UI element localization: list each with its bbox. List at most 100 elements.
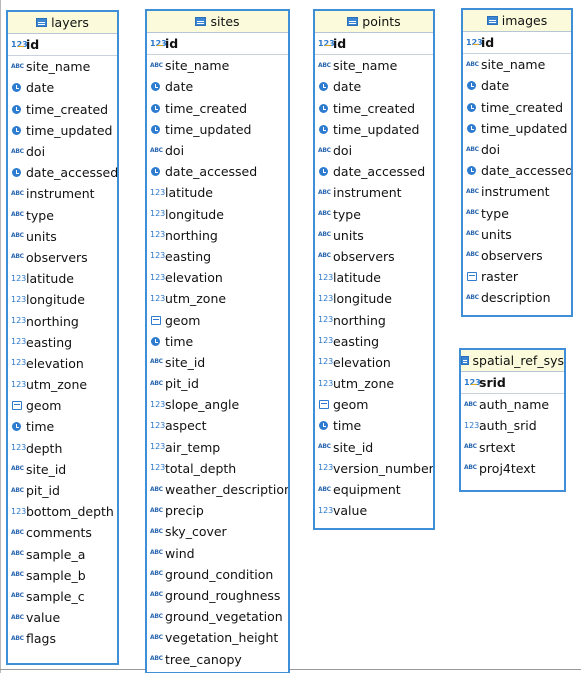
field-row[interactable]: date_accessed — [315, 161, 433, 182]
field-row[interactable]: ABC units — [315, 225, 433, 246]
field-row[interactable]: ABC sky_cover — [147, 521, 288, 542]
field-row[interactable]: ABC observers — [463, 245, 571, 266]
field-row[interactable]: ABC doi — [147, 140, 288, 161]
field-row[interactable]: raster — [463, 266, 571, 287]
field-row[interactable]: date_accessed — [463, 160, 571, 181]
field-row[interactable]: ABC doi — [315, 140, 433, 161]
field-row[interactable]: 123 utm_zone — [315, 373, 433, 394]
field-row[interactable]: 123 aspect — [147, 415, 288, 436]
table-spatial-ref-sys[interactable]: spatial_ref_sys 123 srid ABC auth_name 123 aut… — [459, 348, 566, 492]
field-row[interactable]: ABC weather_description — [147, 479, 288, 500]
field-row[interactable]: ABC site_name — [8, 56, 117, 77]
field-row[interactable]: time — [315, 415, 433, 436]
field-row[interactable]: ABC site_id — [315, 437, 433, 458]
field-row[interactable]: geom — [315, 394, 433, 415]
field-row[interactable]: 123 northing — [8, 310, 117, 331]
field-row[interactable]: ABC type — [315, 204, 433, 225]
field-row[interactable]: 123 bottom_depth — [8, 501, 117, 522]
field-row[interactable]: 123 utm_zone — [147, 288, 288, 309]
field-row[interactable]: time_created — [463, 97, 571, 118]
table-sites[interactable]: sites 123 id ABC site_name date time_created ti… — [145, 9, 290, 673]
primary-key-field[interactable]: 123 id — [147, 33, 288, 56]
field-row[interactable]: time_created — [147, 98, 288, 119]
field-row[interactable]: 123 total_depth — [147, 458, 288, 479]
field-row[interactable]: 123 longitude — [315, 288, 433, 309]
table-header[interactable]: images — [463, 10, 571, 32]
field-row[interactable]: ABC observers — [315, 246, 433, 267]
field-row[interactable]: ABC pit_id — [8, 480, 117, 501]
field-row[interactable]: geom — [8, 395, 117, 416]
field-row[interactable]: date_accessed — [147, 161, 288, 182]
field-row[interactable]: time_created — [8, 99, 117, 120]
field-row[interactable]: ABC sample_a — [8, 544, 117, 565]
field-row[interactable]: 123 elevation — [147, 267, 288, 288]
field-row[interactable]: 123 latitude — [315, 267, 433, 288]
field-row[interactable]: 123 depth — [8, 438, 117, 459]
field-row[interactable]: 123 elevation — [8, 353, 117, 374]
field-row[interactable]: ABC type — [463, 203, 571, 224]
field-row[interactable]: ABC proj4text — [461, 458, 564, 479]
table-images[interactable]: images 123 id ABC site_name date time_created t… — [461, 8, 573, 317]
field-row[interactable]: ABC ground_vegetation — [147, 606, 288, 627]
field-row[interactable]: ABC auth_name — [461, 394, 564, 415]
field-row[interactable]: ABC observers — [8, 247, 117, 268]
field-row[interactable]: time — [147, 331, 288, 352]
field-row[interactable]: 123 easting — [8, 332, 117, 353]
field-row[interactable]: ABC value — [8, 607, 117, 628]
field-row[interactable]: ABC srtext — [461, 437, 564, 458]
field-row[interactable]: ABC instrument — [463, 181, 571, 202]
field-row[interactable]: ABC wind — [147, 543, 288, 564]
field-row[interactable]: ABC type — [8, 205, 117, 226]
field-row[interactable]: 123 auth_srid — [461, 415, 564, 436]
field-row[interactable]: date_accessed — [8, 162, 117, 183]
field-row[interactable]: ABC vegetation_height — [147, 627, 288, 648]
field-row[interactable]: date — [463, 75, 571, 96]
field-row[interactable]: 123 air_temp — [147, 437, 288, 458]
field-row[interactable]: date — [315, 76, 433, 97]
field-row[interactable]: ABC description — [463, 287, 571, 308]
field-row[interactable]: 123 utm_zone — [8, 374, 117, 395]
field-row[interactable]: ABC site_id — [8, 459, 117, 480]
field-row[interactable]: ABC site_name — [315, 55, 433, 76]
field-row[interactable]: 123 northing — [147, 225, 288, 246]
field-row[interactable]: ABC ground_roughness — [147, 585, 288, 606]
field-row[interactable]: time — [8, 416, 117, 437]
field-row[interactable]: time_updated — [147, 119, 288, 140]
field-row[interactable]: ABC tree_canopy — [147, 648, 288, 669]
field-row[interactable]: ABC doi — [463, 139, 571, 160]
field-row[interactable]: 123 easting — [147, 246, 288, 267]
field-row[interactable]: ABC precip — [147, 500, 288, 521]
primary-key-field[interactable]: 123 id — [463, 32, 571, 55]
field-row[interactable]: 123 longitude — [8, 289, 117, 310]
field-row[interactable]: ABC units — [463, 224, 571, 245]
field-row[interactable]: time_created — [315, 98, 433, 119]
field-row[interactable]: ABC comments — [8, 522, 117, 543]
field-row[interactable]: time_updated — [8, 120, 117, 141]
field-row[interactable]: ABC site_name — [147, 55, 288, 76]
table-header[interactable]: points — [315, 11, 433, 33]
field-row[interactable]: ABC sample_b — [8, 565, 117, 586]
table-header[interactable]: sites — [147, 11, 288, 33]
table-points[interactable]: points 123 id ABC site_name date time_created t… — [313, 9, 435, 530]
field-row[interactable]: ABC doi — [8, 141, 117, 162]
table-header[interactable]: layers — [8, 12, 117, 34]
field-row[interactable]: 123 elevation — [315, 352, 433, 373]
field-row[interactable]: 123 easting — [315, 331, 433, 352]
field-row[interactable]: ABC instrument — [8, 183, 117, 204]
field-row[interactable]: ABC sample_c — [8, 586, 117, 607]
field-row[interactable]: ABC pit_id — [147, 373, 288, 394]
table-layers[interactable]: layers 123 id ABC site_name date time_created t… — [6, 10, 119, 665]
field-row[interactable]: time_updated — [315, 119, 433, 140]
field-row[interactable]: time_updated — [463, 118, 571, 139]
field-row[interactable]: 123 slope_angle — [147, 394, 288, 415]
field-row[interactable]: 123 version_number — [315, 458, 433, 479]
field-row[interactable]: geom — [147, 309, 288, 330]
field-row[interactable]: date — [147, 76, 288, 97]
primary-key-field[interactable]: 123 srid — [461, 372, 564, 395]
field-row[interactable]: ABC units — [8, 226, 117, 247]
field-row[interactable]: date — [8, 77, 117, 98]
field-row[interactable]: 123 value — [315, 500, 433, 521]
field-row[interactable]: ABC flags — [8, 628, 117, 649]
field-row[interactable]: 123 latitude — [147, 182, 288, 203]
primary-key-field[interactable]: 123 id — [315, 33, 433, 56]
